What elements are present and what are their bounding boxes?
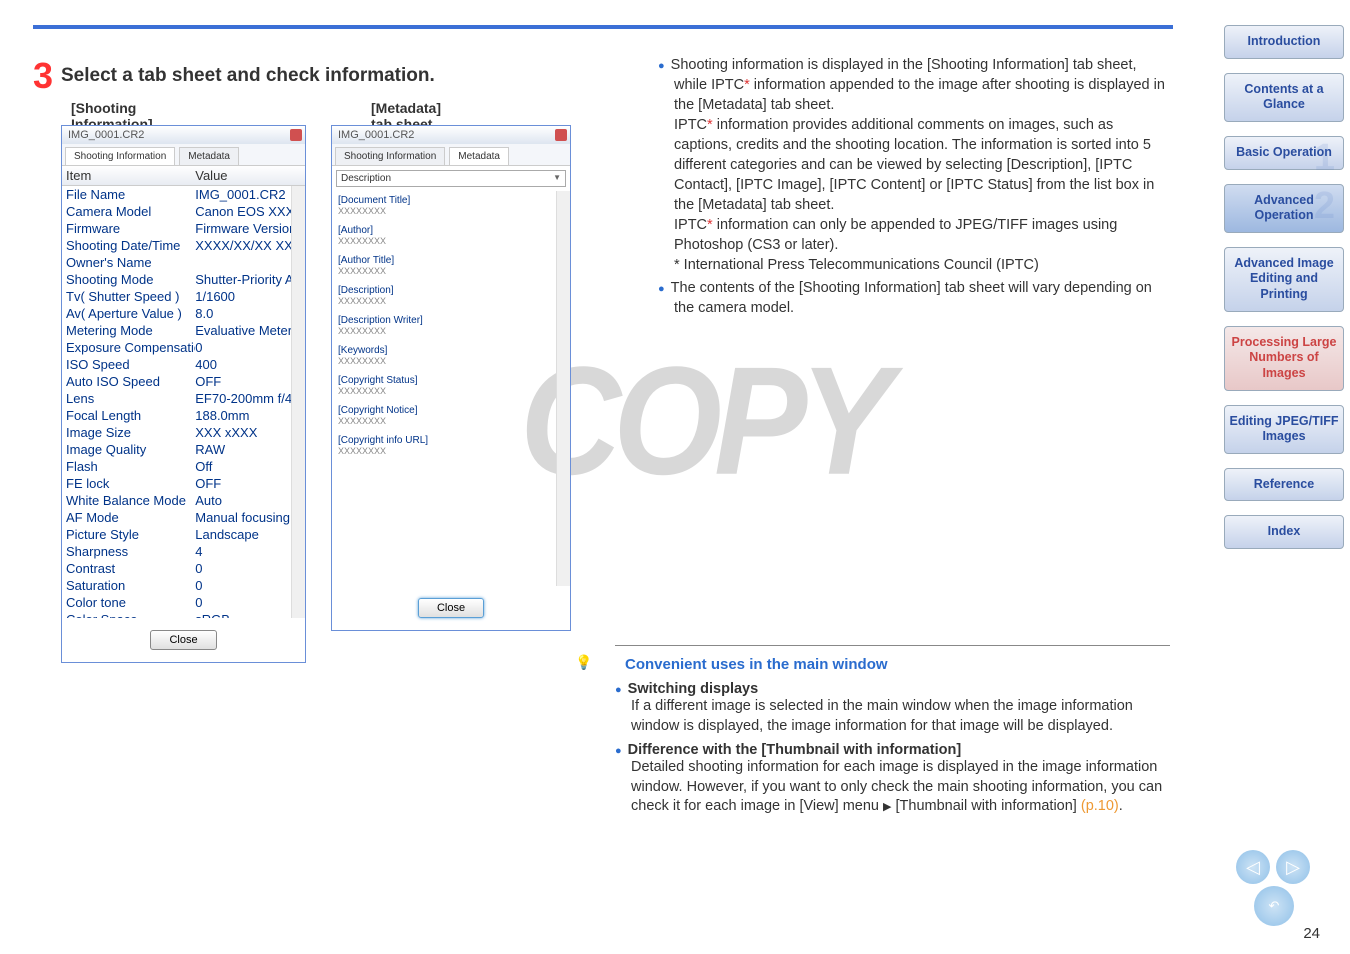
tip-box: Convenient uses in the main window Switc… — [615, 645, 1170, 817]
tip-sub-2: Difference with the [Thumbnail with info… — [615, 742, 1170, 758]
table-row: Picture StyleLandscape — [62, 526, 305, 543]
header-value: Value — [195, 168, 301, 183]
scrollbar[interactable] — [291, 186, 305, 618]
metadata-field: [Keywords]XXXXXXXX — [338, 345, 564, 367]
table-row: Tv( Shutter Speed )1/1600 — [62, 288, 305, 305]
metadata-field: [Author Title]XXXXXXXX — [338, 255, 564, 277]
sidebar-advanced-editing[interactable]: Advanced Image Editing and Printing — [1224, 247, 1344, 312]
table-row: Metering ModeEvaluative Metering — [62, 322, 305, 339]
tip-sub-1: Switching displays — [615, 681, 1170, 697]
close-icon[interactable] — [290, 129, 302, 141]
tab-shooting-info[interactable]: Shooting Information — [335, 147, 445, 165]
table-row: Color SpacesRGB — [62, 611, 305, 618]
metadata-body: [Document Title]XXXXXXXX [Author]XXXXXXXX… — [332, 191, 570, 586]
table-row: FirmwareFirmware Version XXX — [62, 220, 305, 237]
table-row: White Balance ModeAuto — [62, 492, 305, 509]
sidebar-contents[interactable]: Contents at a Glance — [1224, 73, 1344, 122]
table-row: Auto ISO SpeedOFF — [62, 373, 305, 390]
table-row: Owner's Name — [62, 254, 305, 271]
sidebar-processing[interactable]: Processing Large Numbers of Images — [1224, 326, 1344, 391]
dialog-title-text: IMG_0001.CR2 — [68, 129, 144, 141]
bullet-2: The contents of the [Shooting Informatio… — [658, 278, 1168, 318]
metadata-category-dropdown[interactable]: Description — [336, 170, 566, 187]
step-heading: Select a tab sheet and check information… — [61, 65, 435, 87]
sidebar-reference[interactable]: Reference — [1224, 468, 1344, 502]
lightbulb-icon — [575, 654, 599, 674]
sidebar-nav: Introduction Contents at a Glance 1Basic… — [1218, 25, 1350, 563]
dialog-title: IMG_0001.CR2 — [332, 126, 570, 144]
metadata-field: [Description]XXXXXXXX — [338, 285, 564, 307]
top-bar — [33, 25, 1173, 29]
table-row: Sharpness4 — [62, 543, 305, 560]
sidebar-advanced-operation[interactable]: 2Advanced Operation — [1224, 184, 1344, 233]
close-button[interactable]: Close — [418, 598, 484, 618]
dialog-title-text: IMG_0001.CR2 — [338, 129, 414, 141]
table-row: AF ModeManual focusing — [62, 509, 305, 526]
tip-header: Convenient uses in the main window — [625, 656, 1170, 673]
tip-text-2: Detailed shooting information for each i… — [631, 758, 1170, 817]
info-table-header: Item Value — [62, 166, 305, 186]
table-row: LensEF70-200mm f/4L USM — [62, 390, 305, 407]
step-number: 3 — [33, 55, 53, 97]
sidebar-editing-jpeg[interactable]: Editing JPEG/TIFF Images — [1224, 405, 1344, 454]
dialog-tabs: Shooting Information Metadata — [332, 144, 570, 166]
table-row: FE lockOFF — [62, 475, 305, 492]
prev-page-button[interactable]: ◁ — [1236, 850, 1270, 884]
watermark: COPY — [520, 332, 885, 510]
metadata-field: [Author]XXXXXXXX — [338, 225, 564, 247]
tab-metadata[interactable]: Metadata — [449, 147, 509, 165]
table-row: ISO Speed400 — [62, 356, 305, 373]
table-row: Shooting ModeShutter-Priority AE — [62, 271, 305, 288]
metadata-field: [Copyright Status]XXXXXXXX — [338, 375, 564, 397]
table-row: Saturation0 — [62, 577, 305, 594]
table-row: Image QualityRAW — [62, 441, 305, 458]
table-row: Av( Aperture Value )8.0 — [62, 305, 305, 322]
scrollbar[interactable] — [556, 191, 570, 586]
dialog-tabs: Shooting Information Metadata — [62, 144, 305, 166]
close-icon[interactable] — [555, 129, 567, 141]
table-row: Color tone0 — [62, 594, 305, 611]
sidebar-index[interactable]: Index — [1224, 515, 1344, 549]
table-row: FlashOff — [62, 458, 305, 475]
table-row: Camera ModelCanon EOS XXX — [62, 203, 305, 220]
table-row: Focal Length188.0mm — [62, 407, 305, 424]
back-button[interactable]: ↶ — [1254, 886, 1294, 926]
metadata-field: [Copyright Notice]XXXXXXXX — [338, 405, 564, 427]
bullet-1: Shooting information is displayed in the… — [658, 55, 1168, 275]
tab-metadata[interactable]: Metadata — [179, 147, 239, 165]
nav-arrows: ◁ ▷ — [1236, 850, 1310, 884]
page-number: 24 — [1303, 925, 1320, 942]
table-row: File NameIMG_0001.CR2 — [62, 186, 305, 203]
tab-shooting-info[interactable]: Shooting Information — [65, 147, 175, 165]
sidebar-basic-operation[interactable]: 1Basic Operation — [1224, 136, 1344, 170]
table-row: Image SizeXXX xXXX — [62, 424, 305, 441]
metadata-field: [Copyright info URL]XXXXXXXX — [338, 435, 564, 457]
table-row: Contrast0 — [62, 560, 305, 577]
metadata-field: [Description Writer]XXXXXXXX — [338, 315, 564, 337]
close-button[interactable]: Close — [150, 630, 216, 650]
table-row: Exposure Compensation0 — [62, 339, 305, 356]
sidebar-introduction[interactable]: Introduction — [1224, 25, 1344, 59]
tip-text-1: If a different image is selected in the … — [631, 697, 1170, 736]
metadata-dialog: IMG_0001.CR2 Shooting Information Metada… — [331, 125, 571, 631]
next-page-button[interactable]: ▷ — [1276, 850, 1310, 884]
info-table-body: File NameIMG_0001.CR2Camera ModelCanon E… — [62, 186, 305, 618]
explanation-text: Shooting information is displayed in the… — [658, 55, 1168, 321]
table-row: Shooting Date/TimeXXXX/XX/XX XX:XX:XX — [62, 237, 305, 254]
page-link[interactable]: (p.10) — [1081, 798, 1119, 814]
header-item: Item — [66, 168, 195, 183]
dialog-title: IMG_0001.CR2 — [62, 126, 305, 144]
metadata-field: [Document Title]XXXXXXXX — [338, 195, 564, 217]
shooting-info-dialog: IMG_0001.CR2 Shooting Information Metada… — [61, 125, 306, 663]
